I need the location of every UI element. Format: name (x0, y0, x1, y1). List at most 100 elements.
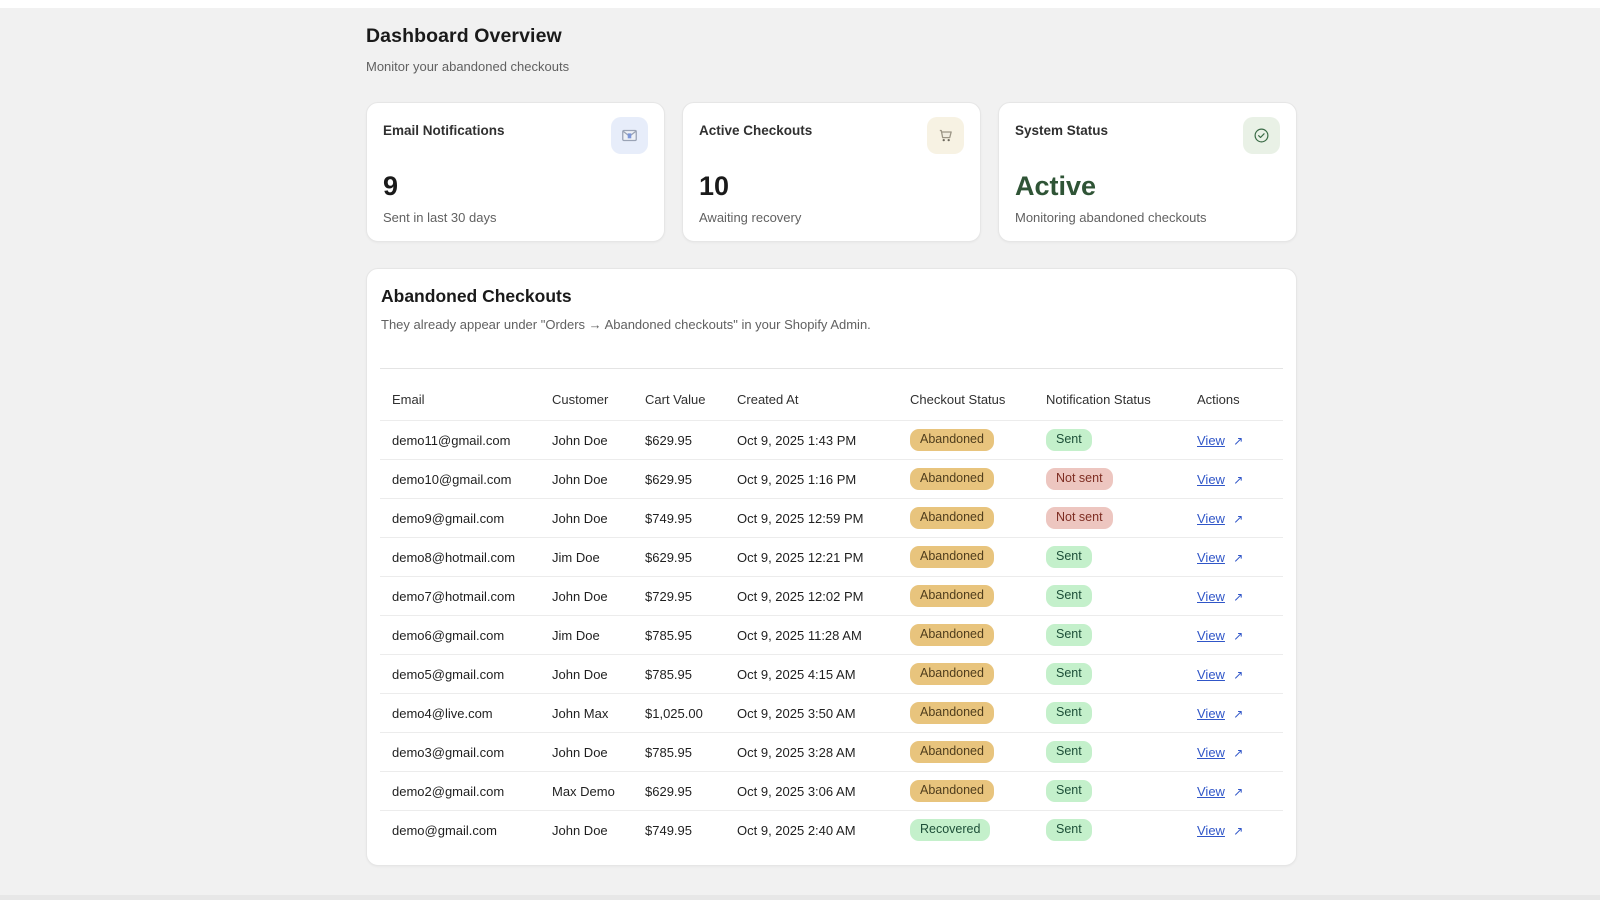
view-link[interactable]: View ↗ (1197, 745, 1243, 760)
view-link[interactable]: View ↗ (1197, 589, 1243, 604)
column-header-notification-status: Notification Status (1046, 369, 1197, 421)
cell-checkout-status: Abandoned (910, 577, 1046, 616)
cell-created-at: Oct 9, 2025 3:06 AM (737, 772, 910, 811)
notification-status-badge: Sent (1046, 780, 1092, 802)
stat-caption: Monitoring abandoned checkouts (1015, 210, 1280, 225)
cell-email: demo9@gmail.com (380, 499, 552, 538)
cell-created-at: Oct 9, 2025 12:21 PM (737, 538, 910, 577)
stat-value: Active (1015, 171, 1280, 202)
external-link-arrow-icon: ↗ (1230, 434, 1243, 448)
view-link[interactable]: View ↗ (1197, 823, 1243, 838)
abandoned-checkouts-card: Abandoned Checkouts They already appear … (366, 268, 1297, 866)
cell-notification-status: Sent (1046, 772, 1197, 811)
cell-notification-status: Sent (1046, 694, 1197, 733)
checkout-status-badge: Recovered (910, 819, 990, 841)
notification-status-badge: Sent (1046, 546, 1092, 568)
cell-actions: View ↗ (1197, 499, 1283, 538)
cell-checkout-status: Abandoned (910, 499, 1046, 538)
external-link-arrow-icon: ↗ (1230, 512, 1243, 526)
cell-checkout-status: Abandoned (910, 655, 1046, 694)
email-icon (611, 117, 648, 154)
checkout-status-badge: Abandoned (910, 546, 994, 568)
cell-customer: John Max (552, 694, 645, 733)
view-link[interactable]: View ↗ (1197, 433, 1243, 448)
view-link[interactable]: View ↗ (1197, 706, 1243, 721)
view-link[interactable]: View ↗ (1197, 550, 1243, 565)
cell-customer: John Doe (552, 733, 645, 772)
cell-checkout-status: Abandoned (910, 616, 1046, 655)
cell-customer: Jim Doe (552, 538, 645, 577)
cell-created-at: Oct 9, 2025 12:59 PM (737, 499, 910, 538)
cell-cart-value: $749.95 (645, 811, 737, 850)
checkout-status-badge: Abandoned (910, 663, 994, 685)
cart-icon (927, 117, 964, 154)
cell-email: demo4@live.com (380, 694, 552, 733)
cell-created-at: Oct 9, 2025 3:50 AM (737, 694, 910, 733)
cell-customer: Max Demo (552, 772, 645, 811)
cell-notification-status: Sent (1046, 421, 1197, 460)
cell-actions: View ↗ (1197, 538, 1283, 577)
view-link[interactable]: View ↗ (1197, 511, 1243, 526)
cell-email: demo11@gmail.com (380, 421, 552, 460)
stat-card-active-checkouts: Active Checkouts 10 Awaiting recovery (682, 102, 981, 242)
view-link[interactable]: View ↗ (1197, 667, 1243, 682)
cell-actions: View ↗ (1197, 577, 1283, 616)
cell-email: demo10@gmail.com (380, 460, 552, 499)
cell-customer: John Doe (552, 577, 645, 616)
view-link[interactable]: View ↗ (1197, 472, 1243, 487)
cell-checkout-status: Abandoned (910, 421, 1046, 460)
cell-created-at: Oct 9, 2025 3:28 AM (737, 733, 910, 772)
table-header-row: Email Customer Cart Value Created At Che… (380, 369, 1283, 421)
external-link-arrow-icon: ↗ (1230, 473, 1243, 487)
external-link-arrow-icon: ↗ (1230, 746, 1243, 760)
checkout-status-badge: Abandoned (910, 507, 994, 529)
notification-status-badge: Sent (1046, 741, 1092, 763)
view-link[interactable]: View ↗ (1197, 784, 1243, 799)
cell-notification-status: Sent (1046, 577, 1197, 616)
checkout-status-badge: Abandoned (910, 741, 994, 763)
external-link-arrow-icon: ↗ (1230, 551, 1243, 565)
checkout-status-badge: Abandoned (910, 780, 994, 802)
cell-actions: View ↗ (1197, 421, 1283, 460)
table-row: demo9@gmail.com John Doe $749.95 Oct 9, … (380, 499, 1283, 538)
cell-cart-value: $785.95 (645, 616, 737, 655)
cell-notification-status: Not sent (1046, 460, 1197, 499)
notification-status-badge: Sent (1046, 819, 1092, 841)
notification-status-badge: Sent (1046, 624, 1092, 646)
notification-status-badge: Sent (1046, 429, 1092, 451)
stat-card-email-notifications: Email Notifications 9 Sent in last 30 da… (366, 102, 665, 242)
external-link-arrow-icon: ↗ (1230, 668, 1243, 682)
column-header-checkout-status: Checkout Status (910, 369, 1046, 421)
cell-cart-value: $629.95 (645, 772, 737, 811)
column-header-created-at: Created At (737, 369, 910, 421)
cell-cart-value: $729.95 (645, 577, 737, 616)
notification-status-badge: Sent (1046, 702, 1092, 724)
checkout-status-badge: Abandoned (910, 624, 994, 646)
cell-notification-status: Sent (1046, 811, 1197, 850)
table-row: demo5@gmail.com John Doe $785.95 Oct 9, … (380, 655, 1283, 694)
cell-cart-value: $785.95 (645, 655, 737, 694)
stat-card-system-status: System Status Active Monitoring abandone… (998, 102, 1297, 242)
cell-created-at: Oct 9, 2025 11:28 AM (737, 616, 910, 655)
abandoned-checkouts-table: Email Customer Cart Value Created At Che… (380, 369, 1283, 849)
cell-checkout-status: Abandoned (910, 538, 1046, 577)
table-row: demo11@gmail.com John Doe $629.95 Oct 9,… (380, 421, 1283, 460)
window-top-strip (0, 0, 1600, 8)
external-link-arrow-icon: ↗ (1230, 785, 1243, 799)
notification-status-badge: Sent (1046, 585, 1092, 607)
cell-customer: John Doe (552, 655, 645, 694)
checkout-status-badge: Abandoned (910, 468, 994, 490)
cell-checkout-status: Abandoned (910, 733, 1046, 772)
cell-email: demo3@gmail.com (380, 733, 552, 772)
cell-cart-value: $629.95 (645, 421, 737, 460)
checkout-status-badge: Abandoned (910, 429, 994, 451)
cell-cart-value: $749.95 (645, 499, 737, 538)
stat-caption: Sent in last 30 days (383, 210, 648, 225)
stat-caption: Awaiting recovery (699, 210, 964, 225)
page-subtitle: Monitor your abandoned checkouts (366, 59, 1297, 74)
cell-created-at: Oct 9, 2025 2:40 AM (737, 811, 910, 850)
view-link[interactable]: View ↗ (1197, 628, 1243, 643)
cell-actions: View ↗ (1197, 811, 1283, 850)
cell-created-at: Oct 9, 2025 4:15 AM (737, 655, 910, 694)
section-subtitle: They already appear under "Orders → Aban… (381, 317, 1282, 332)
